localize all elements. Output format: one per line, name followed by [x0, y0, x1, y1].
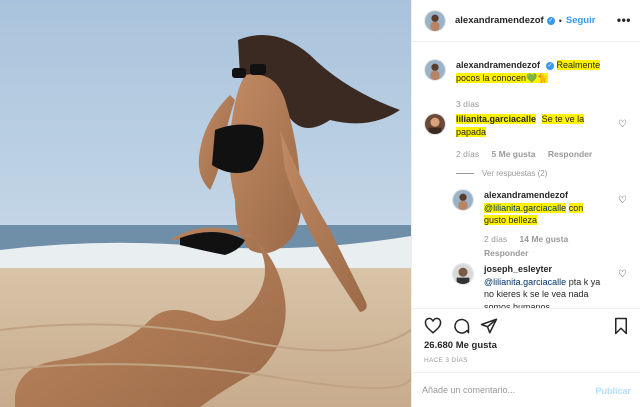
separator-dot: •	[558, 15, 562, 26]
like-heart-icon[interactable]	[424, 317, 442, 335]
follow-button[interactable]: Seguir	[566, 15, 596, 26]
caption-username[interactable]: alexandramendezof	[456, 60, 540, 70]
view-replies-label: Ver respuestas (2)	[482, 168, 548, 178]
avatar[interactable]	[424, 59, 446, 81]
caption-emoji: 💚🐈	[526, 72, 549, 83]
likes-count[interactable]: 26.680 Me gusta	[424, 340, 497, 351]
avatar[interactable]	[452, 263, 474, 285]
reply-item: alexandramendezof @lilianita.garciacalle…	[452, 189, 604, 260]
more-options-icon[interactable]: •••	[617, 13, 631, 27]
share-send-icon[interactable]	[480, 317, 498, 335]
reply-button[interactable]: Responder	[548, 149, 592, 159]
comment-bubble-icon[interactable]	[452, 317, 470, 335]
reply-likes[interactable]: 14 Me gusta	[520, 234, 569, 244]
like-comment-heart-icon[interactable]: ♡	[618, 195, 627, 206]
action-bar	[412, 308, 640, 338]
comment-likes[interactable]: 5 Me gusta	[492, 149, 536, 159]
verified-badge-icon: ✓	[546, 16, 555, 25]
post-sidebar: alexandramendezof ✓ • Seguir ••• alexand…	[411, 0, 640, 407]
avatar[interactable]	[452, 189, 474, 211]
reply-mention[interactable]: @lilianita.garciacalle	[484, 202, 567, 213]
comment-input[interactable]	[422, 381, 582, 399]
beach-photo	[0, 0, 411, 407]
avatar[interactable]	[424, 9, 446, 32]
post-timestamp: HACE 3 DÍAS	[424, 357, 468, 364]
reply-username[interactable]: alexandramendezof	[484, 190, 568, 200]
divider-line	[456, 173, 474, 175]
publish-button[interactable]: Publicar	[595, 386, 631, 396]
like-comment-heart-icon[interactable]: ♡	[618, 269, 627, 280]
comments-list[interactable]: alexandramendezof ✓ Realmente pocos la co…	[412, 43, 640, 308]
instagram-post: alexandramendezof ✓ • Seguir ••• alexand…	[0, 0, 640, 407]
comment-item: lilianita.garciacalle Se te ve la papada…	[424, 113, 616, 180]
view-replies-button[interactable]: Ver respuestas (2)	[456, 168, 616, 181]
avatar[interactable]	[424, 113, 446, 135]
comment-username[interactable]: lilianita.garciacalle	[456, 114, 537, 124]
reply-mention[interactable]: @lilianita.garciacalle	[484, 277, 566, 287]
reply-username[interactable]: joseph_esleyter	[484, 264, 552, 274]
post-header: alexandramendezof ✓ • Seguir •••	[412, 0, 640, 42]
reply-button[interactable]: Responder	[484, 248, 528, 258]
reply-item: joseph_esleyter @lilianita.garciacalle p…	[452, 263, 604, 308]
reply-time[interactable]: 2 días	[484, 234, 507, 244]
post-photo[interactable]	[0, 0, 411, 407]
bookmark-icon[interactable]	[612, 317, 630, 335]
add-comment-bar: Publicar	[412, 372, 640, 407]
verified-badge-icon: ✓	[546, 62, 555, 70]
header-username[interactable]: alexandramendezof	[455, 15, 544, 26]
like-comment-heart-icon[interactable]: ♡	[618, 119, 627, 130]
caption-time[interactable]: 3 días	[456, 99, 479, 109]
caption: alexandramendezof ✓ Realmente pocos la co…	[424, 59, 616, 111]
comment-time[interactable]: 2 días	[456, 149, 479, 159]
